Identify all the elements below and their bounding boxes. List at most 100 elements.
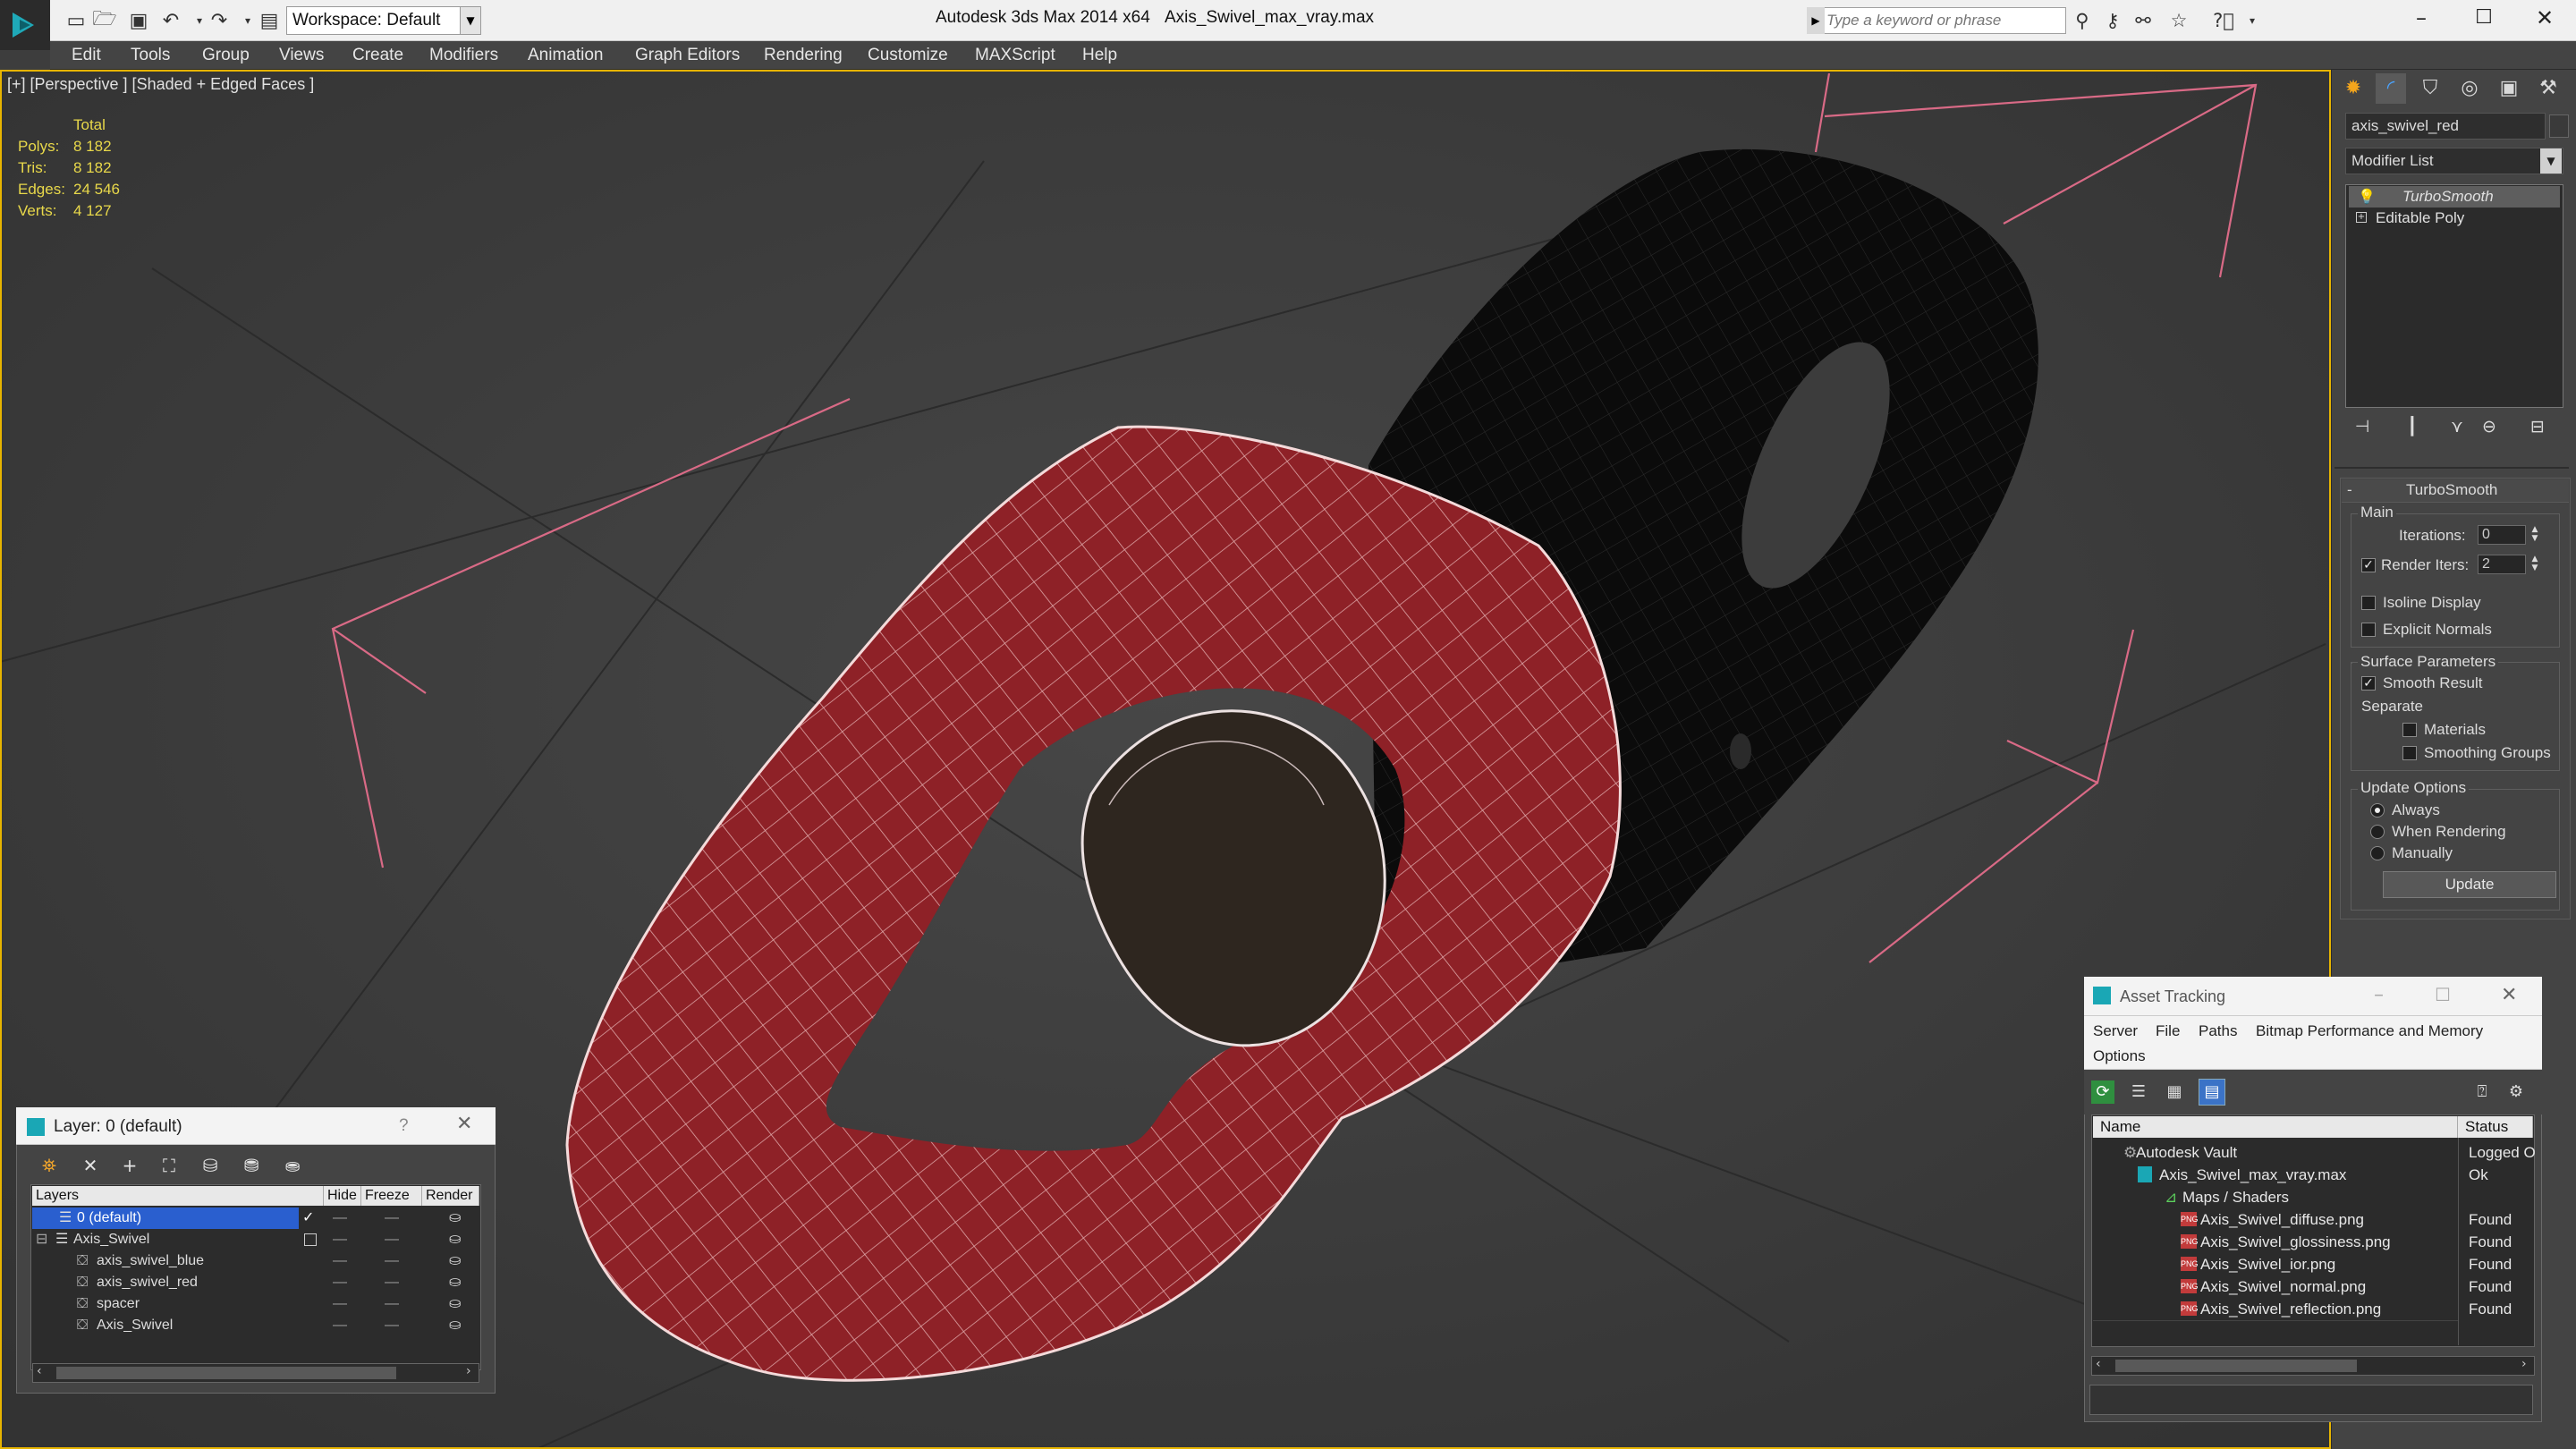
close-icon[interactable]: ✕ [456,1113,472,1135]
motion-tab-icon[interactable]: ◎ [2454,73,2485,104]
app-logo-button[interactable] [0,0,50,50]
menu-options[interactable]: Options [2093,1047,2146,1065]
table-row[interactable]: PNG Axis_Swivel_reflection.png Found [2093,1298,2533,1320]
close-icon[interactable]: ✕ [2501,984,2517,1006]
expand-plus-icon[interactable]: + [2356,212,2367,223]
help-icon[interactable]: ? [399,1116,409,1136]
menu-bitmap-performance[interactable]: Bitmap Performance and Memory [2256,1022,2483,1040]
freeze-toggle[interactable]: — [385,1208,400,1229]
scroll-left-icon[interactable]: ‹ [2096,1357,2101,1371]
table-row[interactable]: ⛋ axis_swivel_blue — — ⛀ [32,1250,479,1272]
render-iters-spinner[interactable]: 2 [2478,555,2526,574]
maximize-icon[interactable]: ☐ [2453,0,2515,38]
column-header-status[interactable]: Status [2458,1116,2533,1138]
render-teapot-icon[interactable]: ⛀ [449,1229,461,1250]
table-row[interactable]: PNG Axis_Swivel_glossiness.png Found [2093,1231,2533,1253]
menu-views[interactable]: Views [279,43,324,68]
render-teapot-icon[interactable]: ⛀ [449,1250,461,1272]
update-button[interactable]: Update [2383,871,2556,898]
pin-stack-icon[interactable]: ⊣ [2347,413,2377,440]
spinner-arrows-icon[interactable]: ▲ ▼ [2528,525,2542,545]
table-row[interactable]: ⊟ ☰ Axis_Swivel — — ⛀ [32,1229,479,1250]
menu-help[interactable]: Help [1082,43,1117,68]
iterations-spinner[interactable]: 0 [2478,525,2526,545]
create-tab-icon[interactable]: ✹ [2338,73,2368,104]
hide-toggle[interactable]: — [333,1250,348,1272]
freeze-toggle[interactable]: — [385,1315,400,1336]
stack-item-turbosmooth[interactable]: TurboSmooth [2349,186,2560,208]
hierarchy-tab-icon[interactable]: ⛉ [2415,73,2445,104]
column-header-name[interactable]: Name [2093,1116,2458,1138]
scroll-right-icon[interactable]: › [466,1364,471,1378]
table-row[interactable]: ☰ 0 (default) ✓ — — ⛀ [32,1208,479,1229]
menu-edit[interactable]: Edit [72,43,101,68]
column-header-render[interactable]: Render [422,1186,479,1206]
search-input[interactable] [1826,8,2063,33]
display-tab-icon[interactable]: ▣ [2494,73,2524,104]
lightbulb-icon[interactable]: 💡 [2358,188,2376,205]
scrollbar-thumb[interactable] [2115,1360,2357,1372]
workspace-select[interactable]: Workspace: Default [286,6,481,35]
hide-all-icon[interactable]: ⛃ [236,1152,267,1179]
menu-rendering[interactable]: Rendering [764,43,843,68]
render-iters-checkbox[interactable]: ✓ [2361,558,2376,572]
when-rendering-radio[interactable] [2370,825,2385,839]
utilities-tab-icon[interactable]: ⚒ [2533,73,2563,104]
show-end-result-icon[interactable]: ┃ [2397,413,2428,440]
viewport-label-menu[interactable]: [+] [Perspective ] [Shaded + Edged Faces… [7,75,314,94]
maximize-icon[interactable]: ☐ [2435,984,2451,1005]
collapse-minus-icon[interactable]: ⊟ [36,1229,47,1250]
open-file-icon[interactable]: 🗁 [91,7,118,34]
table-row[interactable]: ⛋ Axis_Swivel — — ⛀ [32,1315,479,1336]
smooth-result-checkbox[interactable]: ✓ [2361,676,2376,691]
minimize-icon[interactable]: – [2390,0,2453,38]
modifier-list-select[interactable]: Modifier List [2345,148,2563,174]
hide-toggle[interactable]: — [333,1272,348,1293]
menu-animation[interactable]: Animation [528,43,604,68]
help-icon[interactable]: ?⃝ [2209,7,2238,34]
remove-modifier-icon[interactable]: ⊖ [2474,413,2504,440]
save-icon[interactable]: ▣ [125,7,152,34]
menu-tools[interactable]: Tools [131,43,170,68]
scrollbar-thumb[interactable] [56,1367,396,1379]
modify-tab-icon[interactable]: ◜ [2376,73,2406,104]
freeze-all-icon[interactable]: ⛂ [277,1152,308,1179]
menu-graph-editors[interactable]: Graph Editors [635,43,740,68]
highlight-layer-icon[interactable]: ⛁ [195,1152,225,1179]
table-row[interactable]: ⚙ Autodesk Vault Logged O [2093,1141,2536,1164]
menu-group[interactable]: Group [202,43,250,68]
freeze-toggle[interactable]: — [385,1272,400,1293]
menu-file[interactable]: File [2156,1022,2180,1040]
minimize-icon[interactable]: – [2374,984,2384,1006]
list-view-icon[interactable]: ☰ [2127,1080,2150,1104]
object-color-swatch[interactable] [2549,114,2569,138]
freeze-toggle[interactable]: — [385,1293,400,1315]
table-row[interactable]: ⛋ axis_swivel_red — — ⛀ [32,1272,479,1293]
stack-item-editable-poly[interactable]: Editable Poly [2349,208,2560,229]
subscription-key-icon[interactable]: ⚷ [2098,7,2127,34]
render-teapot-icon[interactable]: ⛀ [449,1208,461,1229]
table-row[interactable]: PNG Axis_Swivel_ior.png Found [2093,1253,2533,1275]
delete-layer-icon[interactable]: ✕ [75,1152,106,1179]
menu-create[interactable]: Create [352,43,403,68]
menu-server[interactable]: Server [2093,1022,2138,1040]
table-row[interactable]: PNG Axis_Swivel_normal.png Found [2093,1275,2533,1298]
spinner-arrows-icon[interactable]: ▲ ▼ [2528,555,2542,574]
isoline-display-checkbox[interactable] [2361,596,2376,610]
table-row[interactable]: PNG Axis_Swivel_diffuse.png Found [2093,1208,2533,1231]
current-layer-checkbox[interactable] [304,1233,317,1246]
freeze-toggle[interactable]: — [385,1250,400,1272]
search-expand-icon[interactable]: ▶ [1807,7,1825,34]
communication-icon[interactable]: ⚯ [2129,7,2157,34]
menu-maxscript[interactable]: MAXScript [975,43,1055,68]
manually-radio[interactable] [2370,846,2385,860]
table-view-icon[interactable]: ▤ [2199,1079,2225,1106]
asset-path-field[interactable] [2089,1385,2533,1415]
settings-icon[interactable]: ⚙ [2504,1080,2528,1104]
help-dropdown-icon[interactable]: ▾ [2238,7,2267,34]
current-layer-check-icon[interactable]: ✓ [302,1208,314,1229]
redo-icon[interactable]: ↷ [206,7,233,34]
table-row[interactable]: Axis_Swivel_max_vray.max Ok [2093,1164,2533,1186]
object-name-field[interactable]: axis_swivel_red [2345,113,2546,140]
project-folder-icon[interactable]: ▤ [256,7,283,34]
